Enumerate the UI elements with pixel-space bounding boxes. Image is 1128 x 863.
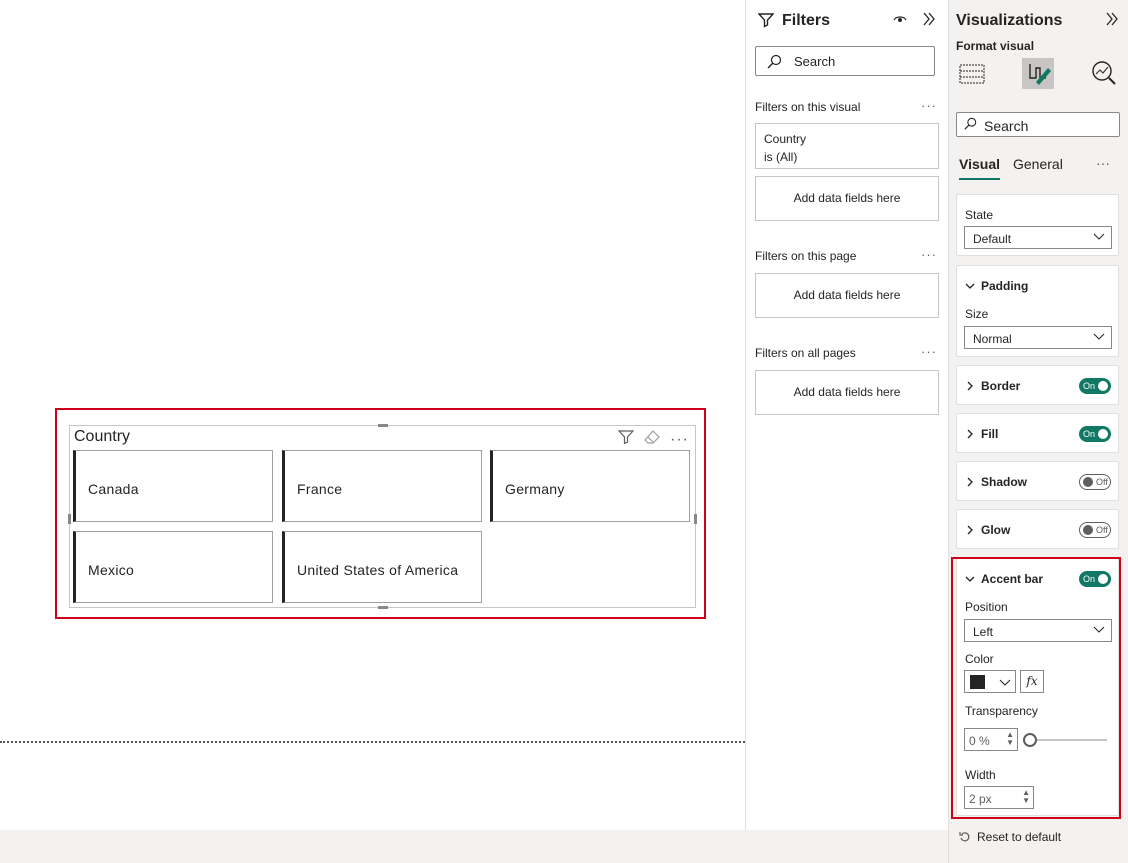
eraser-icon[interactable] [644, 430, 660, 449]
resize-handle-top[interactable] [378, 424, 388, 427]
card-title: Shadow [981, 475, 1028, 489]
status-bar [0, 830, 948, 863]
viz-search-input[interactable]: Search [956, 112, 1120, 137]
toggle-text: On [1083, 429, 1096, 439]
add-data-fields-visual[interactable]: Add data fields here [755, 176, 939, 221]
chevron-right-icon [967, 381, 973, 391]
shadow-card[interactable]: Shadow Off [956, 461, 1119, 501]
glow-header[interactable]: Glow [965, 523, 1010, 537]
slicer-tile-france[interactable]: France [282, 450, 482, 522]
filters-search-input[interactable]: Search [755, 46, 935, 76]
visualizations-title: Visualizations [956, 12, 1063, 29]
add-data-fields-page[interactable]: Add data fields here [755, 273, 939, 318]
country-filter-card[interactable]: Country is (All) [755, 123, 939, 169]
search-placeholder: Search [984, 118, 1029, 134]
tile-label: Mexico [88, 562, 135, 578]
format-visual-label: Format visual [956, 39, 1035, 53]
fill-header[interactable]: Fill [965, 427, 998, 441]
more-options-icon[interactable]: ··· [921, 247, 937, 262]
more-options-icon[interactable]: ··· [670, 431, 689, 449]
state-dropdown[interactable]: Default [964, 226, 1112, 249]
analytics-icon[interactable] [1091, 60, 1117, 91]
chevron-right-icon [967, 477, 973, 487]
search-icon [766, 54, 782, 73]
filter-field-name: Country [764, 132, 807, 146]
resize-handle-left[interactable] [68, 514, 71, 524]
card-title: Fill [981, 427, 999, 441]
filters-on-page-label: Filters on this page [755, 249, 857, 263]
dropdown-value: Normal [973, 332, 1012, 346]
border-card[interactable]: Border On [956, 365, 1119, 405]
slicer-title: Country [74, 428, 131, 445]
size-dropdown[interactable]: Normal [964, 326, 1112, 349]
toggle-text: Off [1096, 477, 1108, 487]
card-title: Padding [981, 279, 1029, 293]
reset-to-default-button[interactable]: Reset to default [959, 830, 1061, 844]
tile-label: Canada [88, 481, 139, 497]
filters-title: Filters [782, 12, 831, 29]
more-options-icon[interactable]: ··· [1096, 155, 1110, 171]
country-slicer[interactable]: Country ··· Canada France Germany Mexico… [68, 424, 697, 609]
slicer-tile-usa[interactable]: United States of America [282, 531, 482, 603]
reset-icon [959, 832, 970, 842]
fill-toggle[interactable]: On [1079, 426, 1111, 442]
filters-all-pages-label: Filters on all pages [755, 346, 856, 360]
padding-header[interactable]: Padding [965, 279, 1028, 293]
slicer-tile-mexico[interactable]: Mexico [73, 531, 273, 603]
padding-card[interactable]: Padding Size Normal [956, 265, 1119, 357]
accent-bar-highlight-box [951, 557, 1121, 819]
filters-on-visual-label: Filters on this visual [755, 100, 861, 114]
tile-label: Germany [505, 481, 565, 497]
tile-label: United States of America [297, 562, 459, 578]
search-placeholder: Search [794, 54, 836, 69]
page-boundary-line [0, 741, 745, 743]
slicer-tile-germany[interactable]: Germany [490, 450, 690, 522]
resize-handle-right[interactable] [694, 514, 697, 524]
search-icon [963, 117, 977, 134]
tab-visual[interactable]: Visual [959, 156, 1000, 180]
eye-icon[interactable] [892, 12, 908, 31]
border-header[interactable]: Border [965, 379, 1020, 393]
report-canvas[interactable]: Country ··· Canada France Germany Mexico… [0, 0, 745, 830]
border-toggle[interactable]: On [1079, 378, 1111, 394]
shadow-toggle[interactable]: Off [1079, 474, 1111, 490]
filter-field-value: is (All) [764, 150, 798, 164]
dropdown-value: Default [973, 232, 1012, 246]
collapse-filters-icon[interactable] [922, 11, 936, 32]
add-data-fields-all[interactable]: Add data fields here [755, 370, 939, 415]
chevron-right-icon [967, 525, 973, 535]
filter-funnel-icon [757, 12, 775, 33]
glow-toggle[interactable]: Off [1079, 522, 1111, 538]
more-options-icon[interactable]: ··· [921, 98, 937, 113]
glow-card[interactable]: Glow Off [956, 509, 1119, 549]
state-label: State [965, 208, 994, 222]
size-label: Size [965, 307, 989, 321]
toggle-text: On [1083, 381, 1096, 391]
slicer-tile-canada[interactable]: Canada [73, 450, 273, 522]
reset-label: Reset to default [977, 830, 1062, 844]
format-visual-icon[interactable] [1022, 58, 1054, 89]
chevron-down-icon [1093, 231, 1105, 246]
shadow-header[interactable]: Shadow [965, 475, 1027, 489]
card-title: Border [981, 379, 1021, 393]
fill-card[interactable]: Fill On [956, 413, 1119, 453]
resize-handle-bottom[interactable] [378, 606, 388, 609]
filters-pane: Filters Search Filters on this visual ··… [745, 0, 948, 830]
tab-general[interactable]: General [1013, 156, 1063, 172]
toggle-text: Off [1096, 525, 1108, 535]
chevron-down-icon [965, 283, 975, 289]
card-title: Glow [981, 523, 1011, 537]
collapse-viz-icon[interactable] [1105, 11, 1119, 32]
tile-label: France [297, 481, 343, 497]
build-visual-icon[interactable] [959, 62, 985, 91]
more-options-icon[interactable]: ··· [921, 344, 937, 359]
filter-icon[interactable] [617, 430, 635, 449]
state-card: State Default [956, 194, 1119, 256]
chevron-down-icon [1093, 331, 1105, 346]
chevron-right-icon [967, 429, 973, 439]
